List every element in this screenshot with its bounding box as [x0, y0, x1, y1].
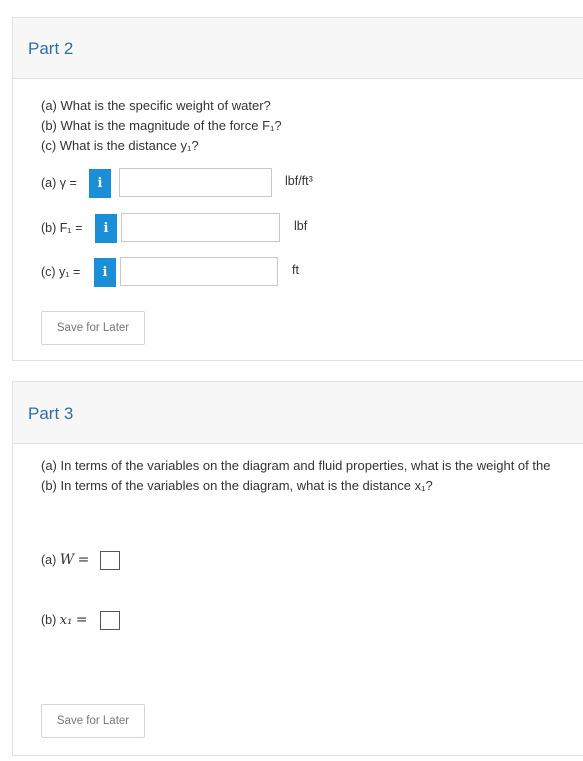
part3-answer-a-input[interactable]: [100, 551, 120, 570]
answer-a-unit: lbf/ft³: [285, 174, 313, 188]
answer-c-input[interactable]: [120, 257, 278, 286]
part2-question-b: (b) What is the magnitude of the force F…: [41, 118, 282, 133]
part3-answer-a-equals: =: [77, 552, 90, 568]
part2-title: Part 2: [28, 39, 74, 58]
answer-a-input[interactable]: [119, 168, 272, 197]
part3-answer-b-variable: x₁: [59, 613, 73, 628]
part3-question-b: (b) In terms of the variables on the dia…: [41, 478, 433, 493]
part2-question-a: (a) What is the specific weight of water…: [41, 98, 271, 113]
part3-save-for-later-button[interactable]: Save for Later: [41, 704, 145, 738]
answer-b-info-icon[interactable]: i: [95, 214, 117, 243]
part3-title: Part 3: [28, 404, 74, 423]
answer-c-label: (c) y₁ =: [41, 265, 81, 279]
answer-b-label: (b) F₁ =: [41, 221, 83, 235]
part3-header: Part 3: [13, 382, 583, 444]
part3-answer-a-variable: W: [59, 552, 75, 568]
part3-answer-b-input[interactable]: [100, 611, 120, 630]
part2-panel: Part 2 (a) What is the specific weight o…: [12, 17, 583, 361]
part3-panel: Part 3 (a) In terms of the variables on …: [12, 381, 583, 756]
part3-question-a: (a) In terms of the variables on the dia…: [41, 458, 551, 473]
part3-answer-b-prefix: (b): [41, 613, 57, 627]
answer-a-info-icon[interactable]: i: [89, 169, 111, 198]
answer-b-input[interactable]: [121, 213, 280, 242]
answer-a-label: (a) γ =: [41, 176, 77, 190]
part3-answer-b-equals: =: [75, 612, 88, 628]
answer-c-unit: ft: [292, 263, 299, 277]
part2-header: Part 2: [13, 18, 583, 79]
part3-answer-a-label: (a) W =: [41, 552, 89, 568]
part3-answer-a-prefix: (a): [41, 553, 57, 567]
part2-question-c: (c) What is the distance y₁?: [41, 138, 199, 153]
answer-b-unit: lbf: [294, 219, 308, 233]
part3-answer-b-label: (b) x₁ =: [41, 612, 88, 628]
part2-save-for-later-button[interactable]: Save for Later: [41, 311, 145, 345]
answer-c-info-icon[interactable]: i: [94, 258, 116, 287]
